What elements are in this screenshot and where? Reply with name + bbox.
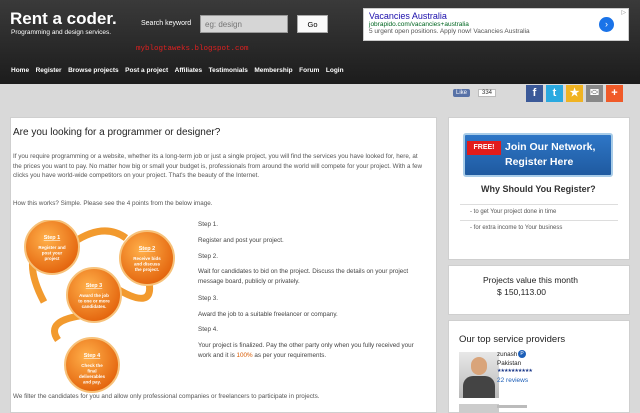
adchoices-icon[interactable]: ▷ [621, 9, 626, 16]
step-4-percent: 100% [236, 351, 253, 359]
process-diagram: Step 1 Register and post your project Step… [24, 220, 175, 393]
banner-line-1: Join Our Network, [505, 141, 596, 153]
nav-post-project[interactable]: Post a project [125, 67, 168, 74]
provider-badge-icon: P [518, 350, 526, 358]
diagram-step-4-title: Step 4 [84, 353, 101, 359]
divider [460, 220, 618, 221]
reason-1: - to get Your project done in time [470, 209, 557, 215]
diagram-step-3-text: Award the job to one or more candidates. [78, 293, 110, 309]
provider-avatar-2[interactable] [459, 404, 499, 413]
nav-membership[interactable]: Membership [254, 67, 292, 74]
nav-testimonials[interactable]: Testimonials [209, 67, 248, 74]
provider-country: Pakistan [497, 360, 522, 367]
provider-name-2[interactable] [497, 405, 527, 408]
favorite-star-icon[interactable]: ★ [566, 85, 583, 102]
reason-2: - for extra income to Your business [470, 225, 563, 231]
step-1-title: Step 1. [198, 221, 218, 228]
step-2-title: Step 2. [198, 253, 218, 260]
nav-home[interactable]: Home [11, 67, 29, 74]
step-3-text: Award the job to a suitable freelancer o… [198, 311, 338, 318]
site-logo[interactable]: Rent a coder. [10, 9, 117, 29]
diagram-step-1-title: Step 1 [44, 235, 61, 241]
step-1-text: Register and post your project. [198, 237, 284, 244]
ad-description: 5 urgent open positions. Apply now! Vaca… [369, 28, 530, 35]
banner-line-2: Register Here [505, 156, 574, 168]
like-count: 334 [478, 89, 497, 97]
top-providers-heading: Our top service providers [459, 334, 566, 345]
diagram-step-2-text: Receive bids and discuss the project. [133, 256, 161, 272]
why-register-heading: Why Should You Register? [481, 184, 596, 194]
ad-arrow-icon[interactable]: › [599, 17, 614, 32]
arrow-1-2 [72, 227, 129, 245]
ad-title[interactable]: Vacancies Australia [369, 11, 623, 21]
register-banner[interactable]: FREE! Join Our Network, Register Here [463, 133, 613, 177]
provider-reviews-link[interactable]: 22 reviews [497, 377, 528, 384]
email-share-icon[interactable]: ✉ [586, 85, 603, 102]
divider [460, 204, 618, 205]
step-4-text: Your project is finalized. Pay the other… [198, 341, 426, 360]
provider-avatar[interactable] [459, 352, 499, 398]
step-3-title: Step 3. [198, 295, 218, 302]
free-badge: FREE! [467, 141, 501, 155]
search-label: Search keyword [141, 20, 192, 27]
nav-register[interactable]: Register [36, 67, 62, 74]
more-share-icon[interactable]: + [606, 85, 623, 102]
how-text: How this works? Simple. Please see the 4… [13, 200, 213, 207]
step-2-text: Wait for candidates to bid on the projec… [198, 268, 409, 285]
go-button[interactable]: Go [297, 15, 328, 33]
nav-browse-projects[interactable]: Browse projects [68, 67, 119, 74]
diagram-step-2-title: Step 2 [139, 246, 156, 252]
nav-login[interactable]: Login [326, 67, 344, 74]
twitter-share-icon[interactable]: t [546, 85, 563, 102]
facebook-share-icon[interactable]: f [526, 85, 543, 102]
search-input[interactable] [200, 15, 288, 33]
site-tagline: Programming and design services. [11, 29, 112, 36]
blog-watermark: myblogtaweks.blogspot.com [136, 45, 249, 53]
projects-value-amount: $ 150,113.00 [497, 287, 546, 297]
avatar-head [471, 357, 487, 375]
page-title: Are you looking for a programmer or desi… [13, 127, 221, 138]
step-4-text-end: as per your requirements. [252, 351, 327, 359]
nav-affiliates[interactable]: Affiliates [175, 67, 202, 74]
ad-url[interactable]: jobrapido.com/vacancies+australia [369, 21, 623, 28]
avatar-body [463, 376, 495, 398]
step-4-title: Step 4. [198, 326, 218, 333]
provider-rating-stars: ★★★★★★★★★★ [497, 368, 533, 374]
nav-forum[interactable]: Forum [299, 67, 319, 74]
provider-name[interactable]: zunash [497, 351, 517, 358]
main-nav: Home Register Browse projects Post a pro… [11, 67, 344, 74]
diagram-step-3-title: Step 3 [86, 283, 103, 289]
ad-banner[interactable]: Vacancies Australia jobrapido.com/vacanc… [363, 8, 629, 41]
projects-value-label: Projects value this month [483, 275, 578, 285]
intro-text: If you require programming or a website,… [13, 153, 423, 179]
facebook-like-button[interactable]: Like [453, 89, 471, 97]
